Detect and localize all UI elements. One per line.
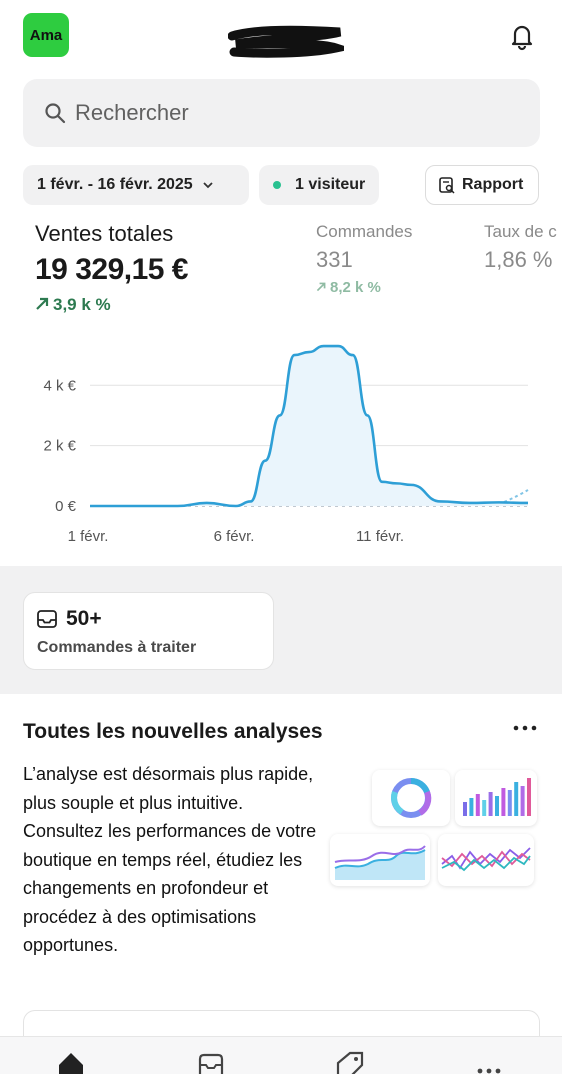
top-bar: Ama	[0, 0, 562, 72]
donut-chart-thumbnail	[372, 770, 450, 826]
area-chart-thumbnail	[330, 834, 430, 886]
metric-trend: 8,2 k %	[316, 279, 412, 296]
metric-trend-value: 3,9 k %	[53, 295, 111, 314]
sales-line-chart: 0 € 2 k € 4 k € 1 févr. 6 févr. 11 févr.	[43, 344, 529, 545]
thumbnail-bar	[527, 778, 531, 816]
date-range-label: 1 févr. - 16 févr. 2025	[37, 176, 193, 193]
live-visitors-button[interactable]: 1 visiteur	[259, 165, 379, 205]
notification-bell-icon[interactable]	[506, 20, 538, 52]
tag-icon[interactable]	[334, 1051, 364, 1074]
metric-total-sales[interactable]: Ventes totales 19 329,15 € 3,9 k %	[35, 221, 188, 315]
bar-chart-thumbnail	[455, 770, 537, 826]
report-button[interactable]: Rapport	[425, 165, 539, 205]
x-tick-label: 6 févr.	[214, 528, 255, 545]
analytics-description: L’analyse est désormais plus rapide, plu…	[23, 764, 317, 955]
orders-count: 50+	[66, 607, 102, 630]
metric-label: Commandes	[316, 222, 413, 241]
more-options-icon[interactable]	[510, 718, 540, 738]
orders-count-row: 50+	[36, 607, 102, 631]
thumbnail-bar	[507, 790, 512, 816]
search-bar[interactable]	[23, 79, 540, 147]
inbox-icon	[37, 610, 57, 628]
orders-card-label: Commandes à traiter	[37, 639, 197, 656]
chevron-down-icon	[203, 182, 213, 189]
thumbnail-bar	[495, 796, 499, 816]
thumbnail-bar	[520, 786, 525, 816]
orders-to-process-card[interactable]: 50+ Commandes à traiter	[23, 592, 274, 670]
y-tick-label: 2 k €	[43, 438, 76, 455]
search-icon	[45, 103, 66, 124]
metric-value: 1,86 %	[484, 247, 553, 272]
y-tick-label: 4 k €	[43, 377, 76, 394]
sales-chart[interactable]: 0 € 2 k € 4 k € 1 févr. 6 févr. 11 févr.	[0, 330, 562, 560]
store-avatar[interactable]: Ama	[23, 13, 69, 57]
orders-icon[interactable]	[196, 1051, 226, 1074]
trend-up-icon	[36, 297, 49, 310]
analytics-title: Toutes les nouvelles analyses	[23, 720, 323, 743]
y-tick-label: 0 €	[55, 498, 77, 515]
metric-label: Ventes totales	[35, 221, 174, 246]
multi-line-chart-thumbnail	[438, 834, 534, 886]
bottom-navigation	[0, 1036, 562, 1074]
visitors-label: 1 visiteur	[295, 176, 366, 193]
thumbnail-bar	[463, 802, 467, 816]
trend-up-icon	[316, 282, 326, 292]
redacted-store-name	[228, 25, 344, 58]
live-dot-icon	[273, 181, 281, 189]
metric-trend-value: 8,2 k %	[330, 279, 381, 296]
projection-line	[503, 489, 529, 503]
search-input[interactable]	[75, 100, 475, 126]
metric-orders[interactable]: Commandes 331 8,2 k %	[316, 222, 412, 296]
metrics-row[interactable]: Ventes totales 19 329,15 € 3,9 k % Comma…	[0, 216, 562, 326]
thumbnail-bar	[488, 792, 493, 816]
thumbnail-bar	[501, 788, 506, 816]
metric-label: Taux de c	[484, 222, 557, 241]
home-icon[interactable]	[56, 1051, 86, 1074]
more-icon[interactable]	[474, 1051, 504, 1074]
thumbnail-bar	[475, 794, 480, 816]
thumbnail-bar	[482, 800, 487, 816]
area-fill	[90, 346, 528, 506]
metric-trend: 3,9 k %	[35, 295, 188, 315]
metric-conversion-rate[interactable]: Taux de c 1,86 %	[484, 222, 557, 273]
report-search-icon	[439, 177, 455, 194]
x-tick-label: 11 févr.	[356, 528, 404, 545]
metric-value: 19 329,15 €	[35, 253, 188, 286]
x-tick-label: 1 févr.	[68, 528, 109, 545]
date-range-picker[interactable]: 1 févr. - 16 févr. 2025	[23, 165, 249, 205]
metric-value: 331	[316, 247, 353, 272]
thumbnail-bar	[469, 798, 474, 816]
report-label: Rapport	[462, 176, 524, 193]
thumbnail-bar	[514, 782, 519, 816]
